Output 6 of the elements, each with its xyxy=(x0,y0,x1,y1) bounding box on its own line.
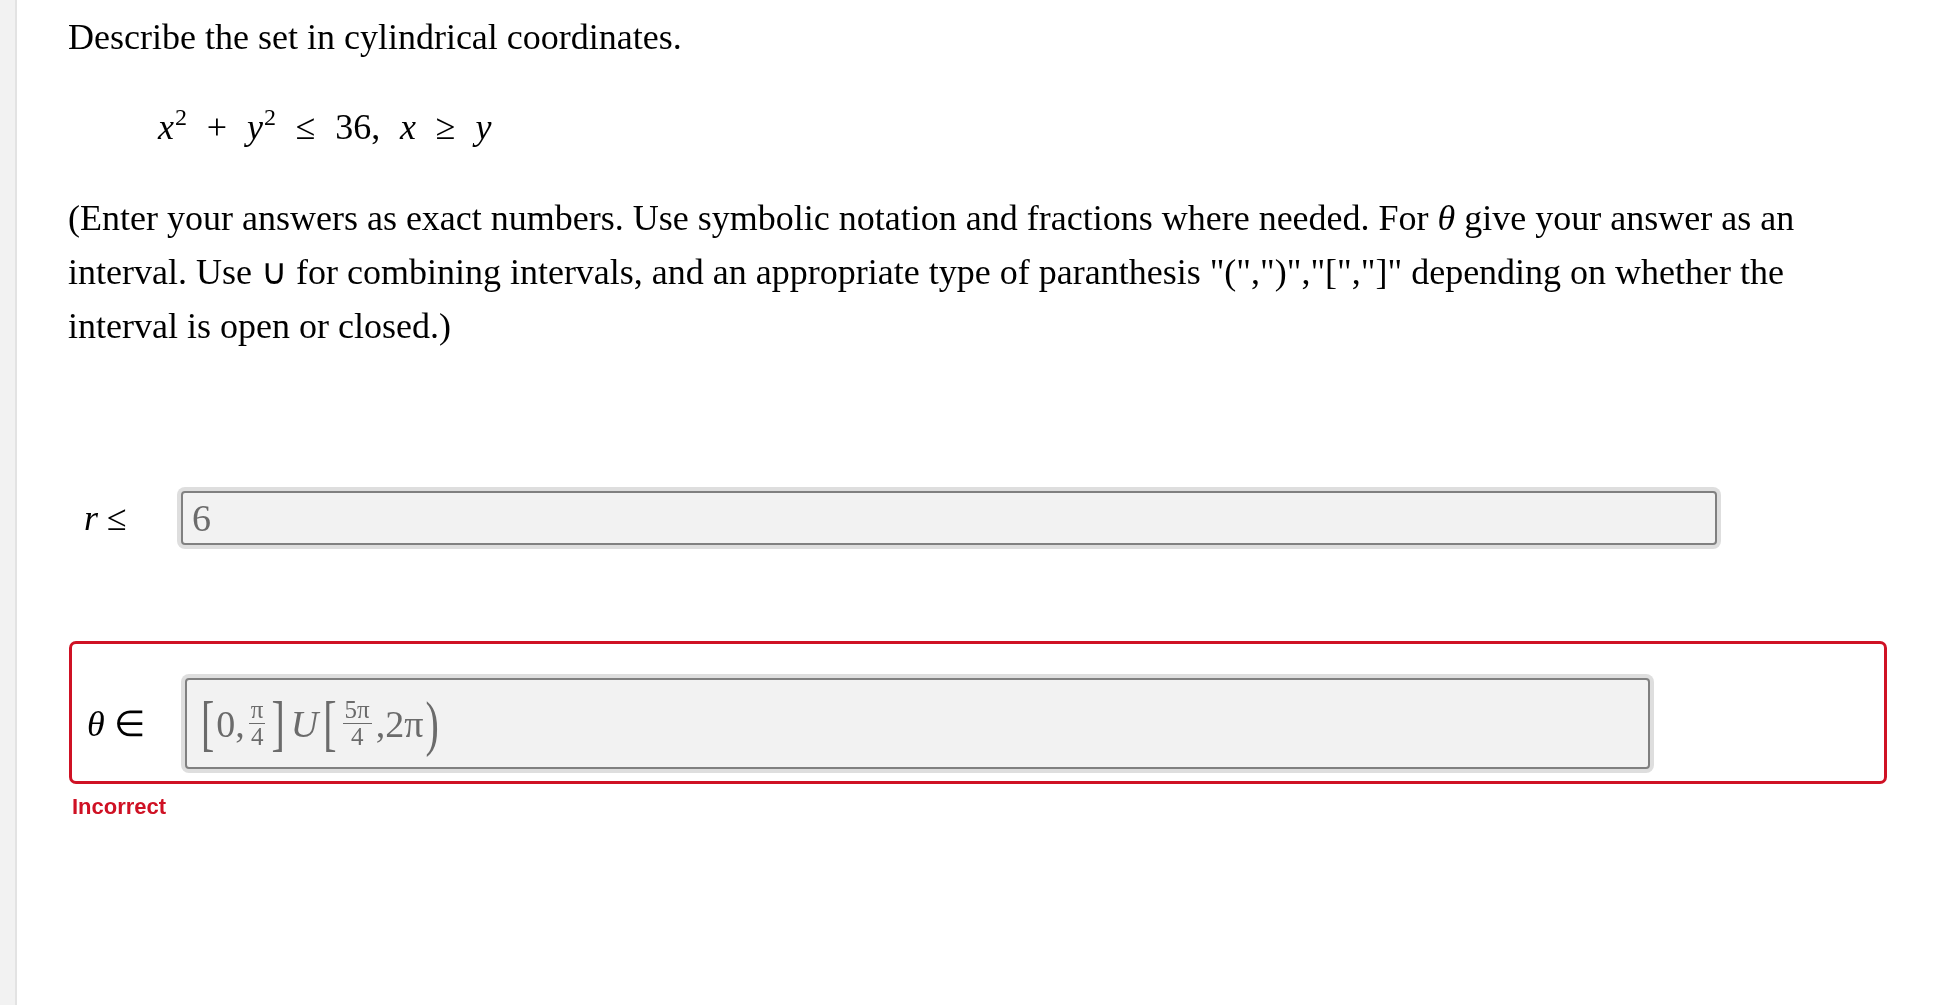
instructions-text: (Enter your answers as exact numbers. Use symbolic notation and fractions where needed. For θ give your answer as an interval. Use ∪ for combining intervals, and an appropriate type of paranthesis "(",")","[","]" depending on whether the interval is open or closed.) xyxy=(68,197,1796,348)
answer-label: r ≤ xyxy=(83,500,128,536)
question-title: Describe the set in cylindrical coordinates. xyxy=(68,16,683,59)
math-formula: x$^{2}$ + y$^{2}$ ≤ 36, x ≥ y xyxy=(158,103,492,149)
feedback-text: Incorrect xyxy=(72,794,167,820)
answer-label: θ ∈ xyxy=(86,705,146,742)
